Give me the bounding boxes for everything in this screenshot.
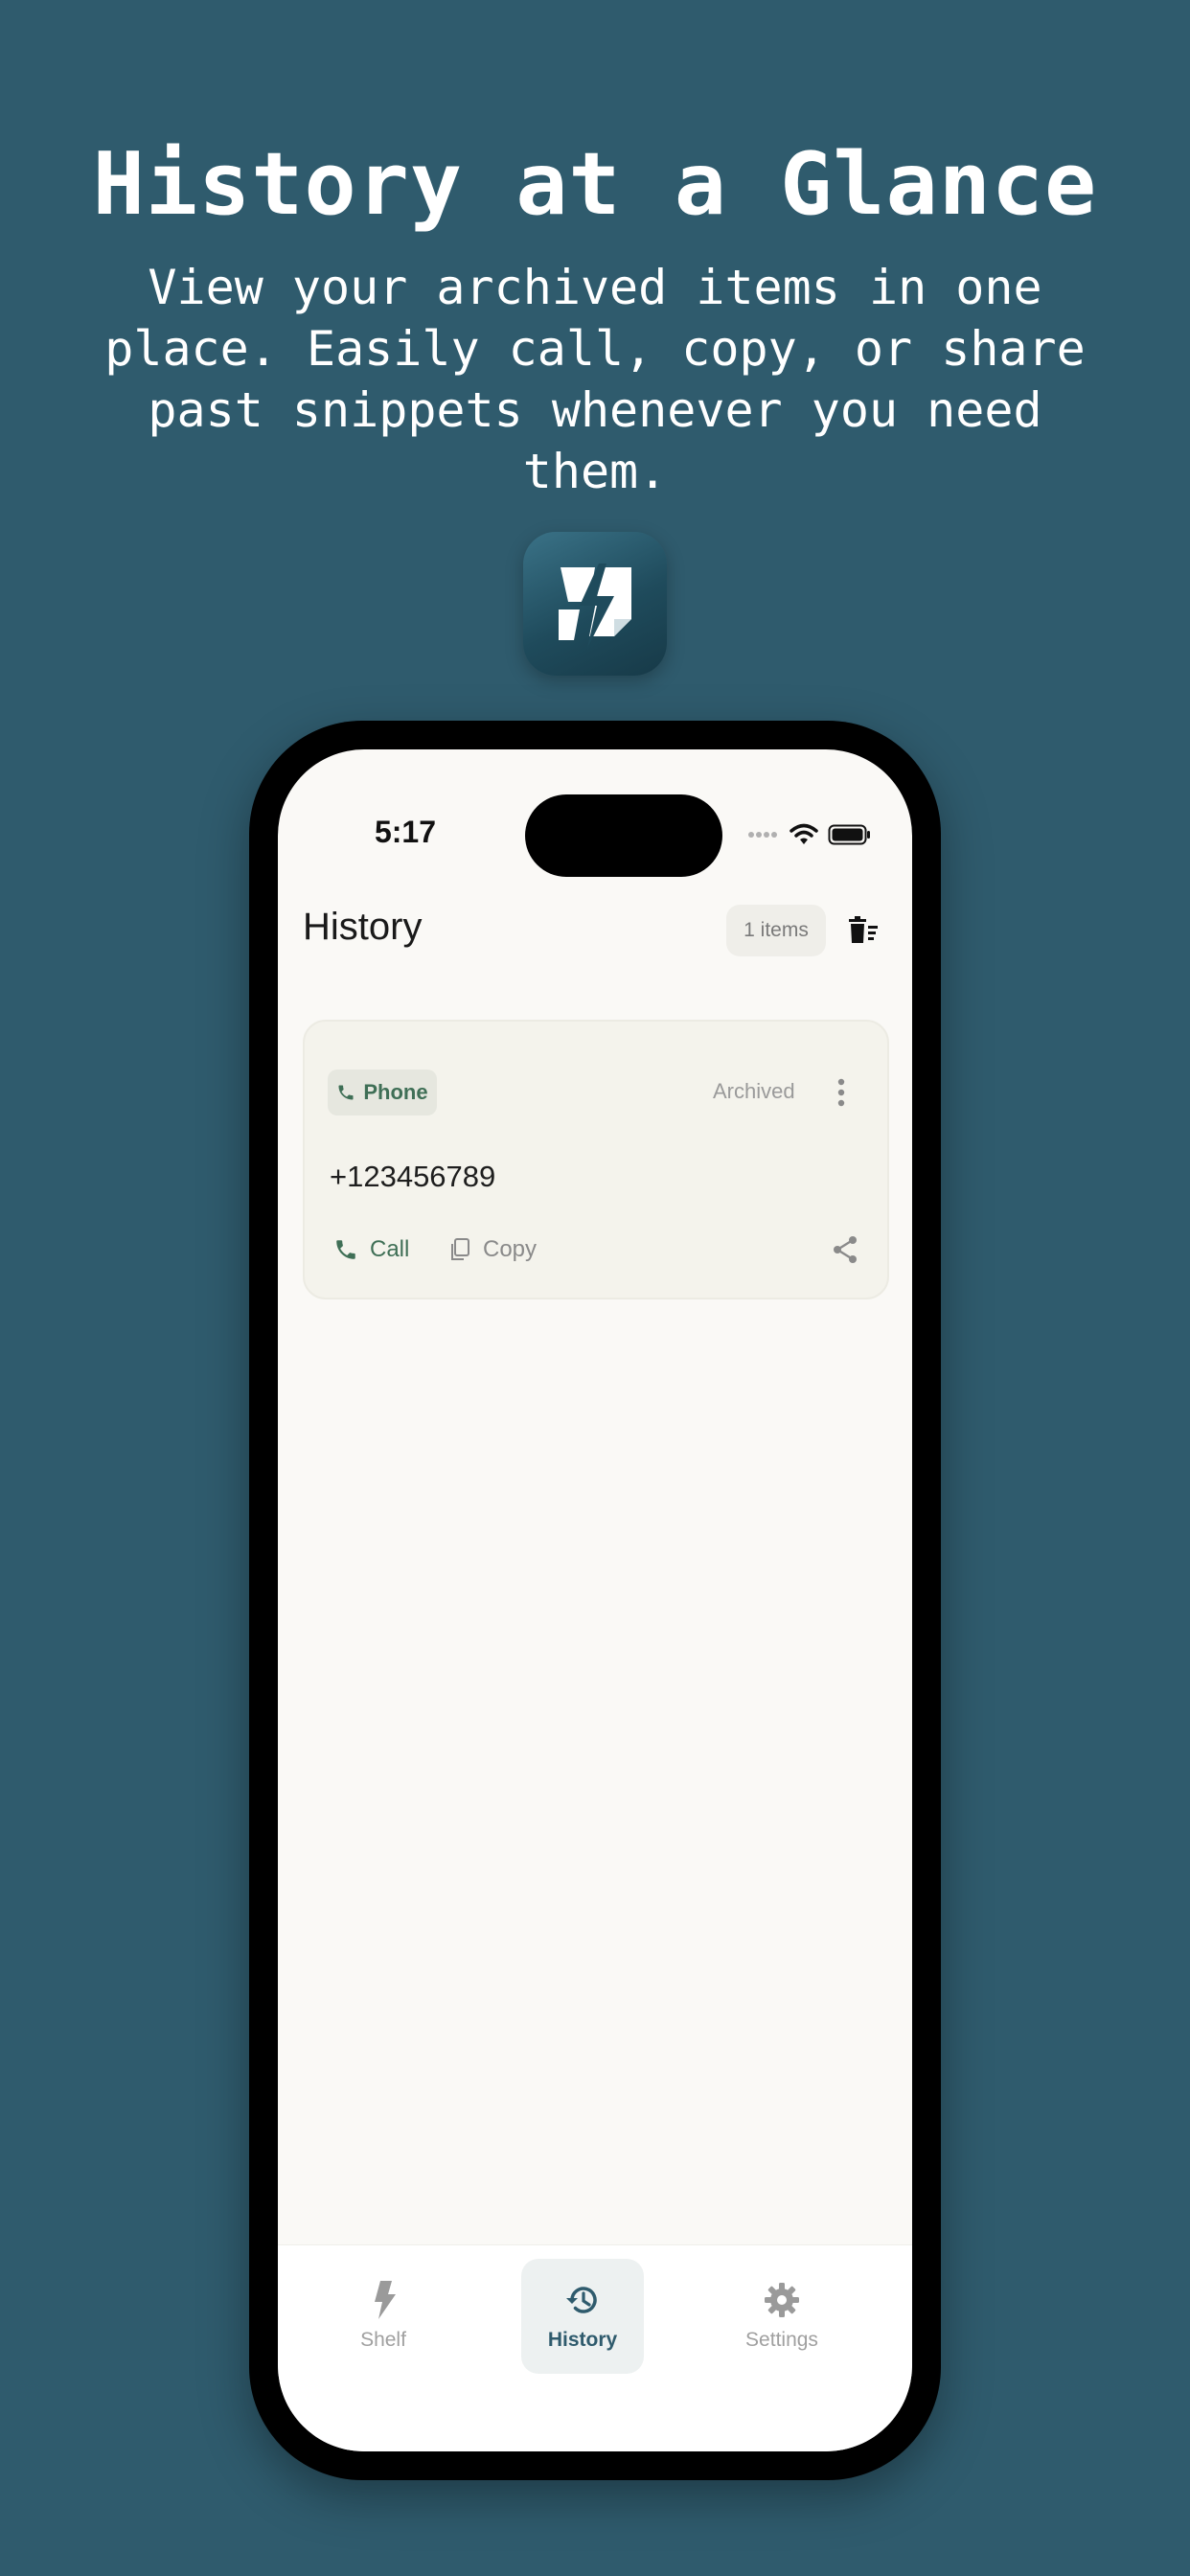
call-button[interactable]: Call bbox=[333, 1229, 409, 1271]
history-icon bbox=[566, 2287, 597, 2313]
history-item-card[interactable]: Phone Archived +123456789 Call Copy bbox=[303, 1020, 889, 1300]
share-button[interactable] bbox=[822, 1227, 868, 1273]
bolt-icon bbox=[375, 2281, 396, 2319]
item-more-button[interactable] bbox=[820, 1070, 862, 1116]
tab-settings[interactable]: Settings bbox=[721, 2259, 843, 2374]
tab-settings-label: Settings bbox=[745, 2329, 818, 2351]
page-title: History bbox=[303, 905, 423, 948]
item-count-badge: 1 items bbox=[726, 905, 826, 956]
phone-icon bbox=[338, 1085, 354, 1100]
phone-screen: 5:17 History 1 items Phone Archived +123… bbox=[278, 749, 912, 2451]
phone-frame: 5:17 History 1 items Phone Archived +123… bbox=[249, 721, 941, 2480]
copy-label: Copy bbox=[483, 1236, 538, 1262]
bottom-nav: Shelf History Settings bbox=[278, 2244, 912, 2451]
item-status-label: Archived bbox=[713, 1079, 795, 1103]
clear-history-button[interactable] bbox=[837, 905, 889, 956]
marketing-subhead: View your archived items in one place. E… bbox=[104, 260, 1086, 499]
signal-icon bbox=[748, 832, 777, 838]
tab-history[interactable]: History bbox=[521, 2259, 644, 2374]
tab-shelf-label: Shelf bbox=[360, 2329, 406, 2351]
item-type-label: Phone bbox=[363, 1080, 428, 1104]
wifi-icon bbox=[790, 823, 818, 844]
status-time: 5:17 bbox=[374, 814, 437, 849]
app-logo-icon bbox=[523, 532, 667, 676]
item-type-chip: Phone bbox=[328, 1070, 437, 1116]
more-vertical-icon bbox=[837, 1078, 845, 1107]
share-icon bbox=[834, 1236, 857, 1263]
item-value: +123456789 bbox=[330, 1160, 496, 1193]
marketing-headline: History at a Glance bbox=[92, 134, 1098, 235]
dynamic-island bbox=[525, 794, 722, 877]
gear-icon bbox=[765, 2283, 799, 2317]
tab-shelf[interactable]: Shelf bbox=[322, 2259, 445, 2374]
phone-icon bbox=[336, 1240, 355, 1259]
delete-sweep-icon bbox=[849, 916, 878, 943]
copy-button[interactable]: Copy bbox=[448, 1229, 537, 1271]
copy-icon bbox=[451, 1238, 469, 1260]
battery-icon bbox=[828, 824, 870, 845]
tab-history-label: History bbox=[547, 2329, 618, 2351]
status-icons bbox=[728, 818, 872, 851]
call-label: Call bbox=[370, 1236, 410, 1262]
